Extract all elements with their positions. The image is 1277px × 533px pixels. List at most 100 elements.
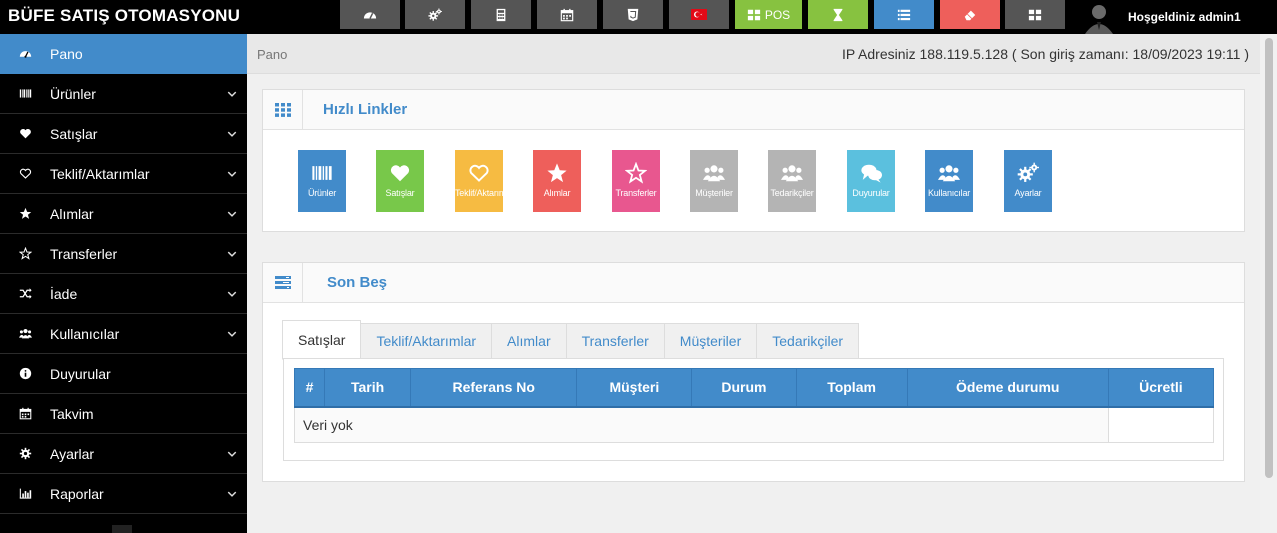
breadcrumb: Pano IP Adresiniz 188.119.5.128 ( Son gi… xyxy=(247,34,1260,74)
sidebar-item-7[interactable]: İade xyxy=(0,274,247,314)
chevron-down-icon[interactable] xyxy=(217,168,247,180)
topbar-hourglass-button[interactable] xyxy=(808,0,868,29)
quick-link-tile[interactable]: Müşteriler xyxy=(690,150,738,212)
page-scrollbar[interactable] xyxy=(1260,34,1277,533)
table-header-cell[interactable]: Ücretli xyxy=(1107,368,1215,408)
chevron-down-icon[interactable] xyxy=(217,208,247,220)
quick-link-tile[interactable]: Kullanıcılar xyxy=(925,150,973,212)
info-icon xyxy=(0,367,50,380)
table-header-cell[interactable]: Referans No xyxy=(410,368,578,408)
sidebar: Pano Ürünler Satışlar Teklif/Aktarımlar Alım… xyxy=(0,34,247,533)
topbar-pos-button[interactable]: POS xyxy=(735,0,802,29)
quick-link-label: Satışlar xyxy=(385,188,415,198)
empty-message: Veri yok xyxy=(294,406,1109,443)
topbar-list-button[interactable] xyxy=(874,0,934,29)
chevron-down-icon[interactable] xyxy=(217,448,247,460)
chevron-down-icon[interactable] xyxy=(217,328,247,340)
sidebar-scroll-handle[interactable] xyxy=(112,525,132,533)
tab-1[interactable]: Satışlar xyxy=(282,320,362,360)
quick-link-tile[interactable]: Transferler xyxy=(612,150,660,212)
topbar-cogs-button[interactable] xyxy=(405,0,465,29)
sidebar-item-label: Satışlar xyxy=(50,125,98,142)
recent-panel: Son Beş Satışlar Teklif/Aktarımlar Alımlar… xyxy=(262,262,1245,482)
sidebar-item-label: İade xyxy=(50,285,78,302)
heart-outline-icon xyxy=(0,167,50,180)
quick-links-title: Hızlı Linkler xyxy=(323,101,408,118)
sidebar-item-10[interactable]: Takvim xyxy=(0,394,247,434)
table-header-cell[interactable]: Tarih xyxy=(324,368,412,408)
sidebar-item-2[interactable]: Ürünler xyxy=(0,74,247,114)
quick-links-header: Hızlı Linkler xyxy=(263,89,1244,130)
quick-link-label: Duyurular xyxy=(852,188,890,198)
sidebar-item-label: Alımlar xyxy=(50,205,94,222)
quick-link-tile[interactable]: Duyurular xyxy=(847,150,895,212)
topbar-flag-tr-button[interactable] xyxy=(669,0,729,29)
calendar-icon xyxy=(560,8,574,22)
sidebar-item-9[interactable]: Duyurular xyxy=(0,354,247,394)
sidebar-item-1[interactable]: Pano xyxy=(0,34,247,74)
sidebar-item-8[interactable]: Kullanıcılar xyxy=(0,314,247,354)
topbar-button-label: POS xyxy=(764,7,791,22)
users-icon xyxy=(703,162,725,184)
topbar-eraser-button[interactable] xyxy=(940,0,1000,29)
sidebar-item-6[interactable]: Transferler xyxy=(0,234,247,274)
app-title[interactable]: BÜFE SATIŞ OTOMASYONU xyxy=(8,6,240,26)
topbar-css3-button[interactable] xyxy=(603,0,663,29)
table-header-cell[interactable]: Ödeme durumu xyxy=(906,368,1109,408)
heart-outline-icon xyxy=(468,162,490,184)
topbar-dashboard-button[interactable] xyxy=(340,0,400,29)
table-header-cell[interactable]: Müşteri xyxy=(576,368,693,408)
tab-2[interactable]: Teklif/Aktarımlar xyxy=(360,323,493,359)
recent-header: Son Beş xyxy=(263,262,1244,303)
chevron-down-icon[interactable] xyxy=(217,248,247,260)
quick-link-label: Transferler xyxy=(615,188,657,198)
quick-link-label: Tedarikçiler xyxy=(770,188,814,198)
topbar-calculator-button[interactable] xyxy=(471,0,531,29)
chevron-down-icon[interactable] xyxy=(217,128,247,140)
quick-link-tile[interactable]: Ayarlar xyxy=(1004,150,1052,212)
quick-link-tile[interactable]: Alımlar xyxy=(533,150,581,212)
tab-4[interactable]: Transferler xyxy=(565,323,665,359)
sidebar-item-11[interactable]: Ayarlar xyxy=(0,434,247,474)
flag-tr-icon xyxy=(691,9,707,20)
quick-link-label: Alımlar xyxy=(543,188,571,198)
topbar-grid-button[interactable] xyxy=(1005,0,1065,29)
comments-icon xyxy=(860,162,882,184)
user-avatar[interactable] xyxy=(1080,0,1118,34)
quick-link-tile[interactable]: Ürünler xyxy=(298,150,346,212)
sidebar-item-label: Teklif/Aktarımlar xyxy=(50,165,150,182)
sidebar-item-label: Duyurular xyxy=(50,365,111,382)
tab-5[interactable]: Müşteriler xyxy=(663,323,758,359)
sidebar-item-12[interactable]: Raporlar xyxy=(0,474,247,514)
sidebar-item-3[interactable]: Satışlar xyxy=(0,114,247,154)
dashboard-icon xyxy=(363,8,377,22)
chevron-down-icon[interactable] xyxy=(217,288,247,300)
quick-link-tile[interactable]: Tedarikçiler xyxy=(768,150,816,212)
chevron-down-icon[interactable] xyxy=(217,88,247,100)
user-menu[interactable]: Hoşgeldiniz admin1 xyxy=(1080,0,1241,34)
table-header-cell[interactable]: Toplam xyxy=(795,368,908,408)
quick-link-tile[interactable]: Teklif/Aktarımlar xyxy=(455,150,503,212)
recent-title: Son Beş xyxy=(327,274,388,291)
calculator-icon xyxy=(494,8,508,22)
welcome-text[interactable]: Hoşgeldiniz admin1 xyxy=(1128,10,1241,24)
table-header-cell[interactable]: # xyxy=(293,368,326,408)
scrollbar-thumb[interactable] xyxy=(1265,38,1273,478)
empty-cell xyxy=(1107,406,1215,443)
star-outline-icon xyxy=(0,247,50,260)
cogs-icon xyxy=(1017,162,1039,184)
sidebar-item-5[interactable]: Alımlar xyxy=(0,194,247,234)
sidebar-item-label: Ürünler xyxy=(50,85,96,102)
tasks-icon xyxy=(263,262,303,303)
topbar-calendar-button[interactable] xyxy=(537,0,597,29)
chevron-down-icon[interactable] xyxy=(217,488,247,500)
users-icon xyxy=(938,162,960,184)
quick-link-tile[interactable]: Satışlar xyxy=(376,150,424,212)
sidebar-item-4[interactable]: Teklif/Aktarımlar xyxy=(0,154,247,194)
css3-icon xyxy=(626,8,640,22)
tab-3[interactable]: Alımlar xyxy=(491,323,567,359)
star-outline-icon xyxy=(625,162,647,184)
tab-6[interactable]: Tedarikçiler xyxy=(756,323,860,359)
table-header-cell[interactable]: Durum xyxy=(691,368,797,408)
star-icon xyxy=(0,207,50,220)
